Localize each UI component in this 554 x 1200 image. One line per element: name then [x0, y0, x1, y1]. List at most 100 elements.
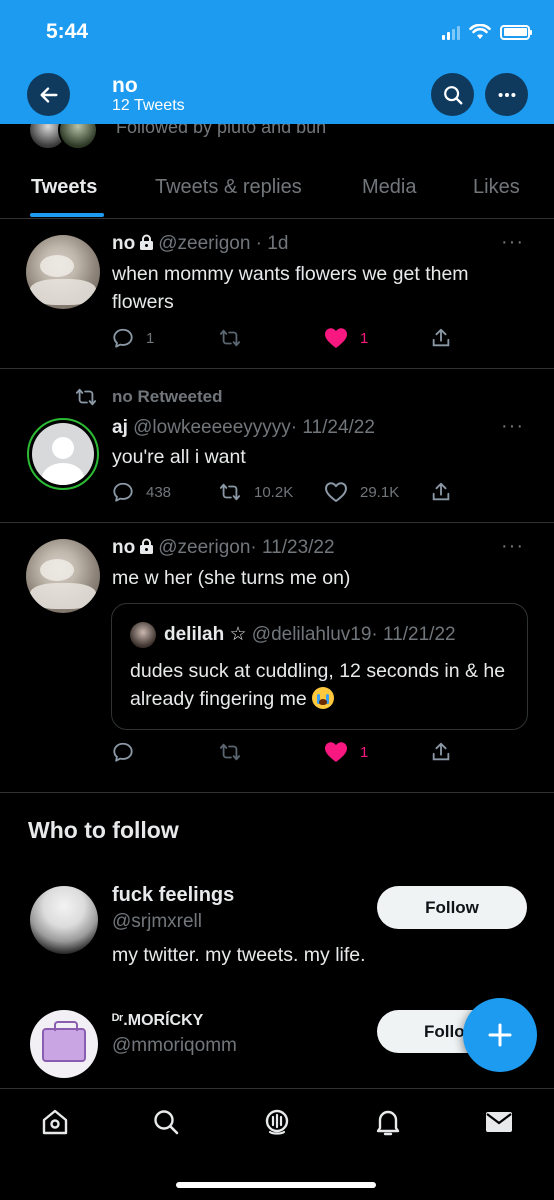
retweet-icon [219, 329, 241, 347]
quoted-author-handle: @delilahluv19 [251, 624, 372, 645]
quoted-tweet-header: delilah ☆ @delilahluv19· 11/21/22 [164, 623, 456, 646]
tweet-text: when mommy wants flowers we get them flo… [112, 263, 469, 313]
tweet-author-name[interactable]: aj [112, 417, 128, 438]
nav-home[interactable] [40, 1107, 70, 1137]
avatar[interactable] [26, 235, 100, 309]
tab-likes[interactable]: Likes [473, 176, 520, 199]
quoted-author-avatar [130, 622, 156, 648]
tweet[interactable]: no @zeerigon · 1d ··· when mommy wants fl… [0, 219, 554, 369]
retweet-button[interactable]: 10.2K [218, 481, 293, 503]
reply-count: 1 [146, 329, 155, 347]
reply-icon [113, 742, 133, 762]
retweet-count: 10.2K [254, 483, 294, 501]
share-button[interactable] [430, 327, 452, 349]
nav-search[interactable] [151, 1107, 181, 1137]
reply-button[interactable]: 1 [112, 327, 154, 349]
tweet-author-name[interactable]: no [112, 537, 135, 558]
tweet-header: no @zeerigon · 1d [112, 233, 288, 255]
retweet-button[interactable] [218, 327, 242, 349]
battery-icon [500, 24, 532, 40]
suggestion-avatar[interactable] [30, 886, 98, 954]
avatar[interactable] [26, 539, 100, 613]
tweet-actions: 1 1 [112, 327, 472, 351]
reply-count: 438 [146, 483, 172, 501]
crying-face-emoji-icon [312, 687, 335, 709]
tweet-author-name[interactable]: no [112, 233, 135, 254]
suggestion-handle[interactable]: @mmoriqomm [112, 1035, 237, 1057]
nav-notifications[interactable] [373, 1107, 403, 1137]
tweet-more-button[interactable]: ··· [501, 415, 524, 438]
like-button[interactable]: 1 [324, 741, 368, 763]
tab-tweets[interactable]: Tweets [31, 176, 97, 199]
tweet-author-handle[interactable]: @zeerigon [158, 537, 250, 558]
tab-tweets-replies[interactable]: Tweets & replies [155, 176, 302, 199]
search-icon [154, 1110, 179, 1135]
more-horizontal-icon [498, 92, 515, 97]
reply-button[interactable] [112, 741, 134, 763]
active-tab-indicator [30, 213, 104, 217]
cellular-signal-icon [442, 25, 460, 40]
tweet[interactable]: no Retweeted aj @lowkeeeeeyyyyy· 11/24/2… [0, 369, 554, 523]
toy-box-icon [42, 1021, 86, 1062]
tweet-more-button[interactable]: ··· [501, 231, 524, 254]
tweet-time: · 11/23/22 [250, 537, 335, 558]
reply-icon [113, 328, 133, 348]
top-app-bar: 5:44 no 12 Tweets [0, 0, 554, 124]
tweet-text: me w her (she turns me on) [112, 567, 351, 589]
quoted-tweet[interactable]: delilah ☆ @delilahluv19· 11/21/22 dudes … [111, 603, 528, 730]
quoted-author-name: delilah ☆ [164, 624, 247, 645]
share-button[interactable] [430, 741, 452, 763]
like-button[interactable]: 29.1K [324, 481, 399, 503]
lock-icon [140, 234, 154, 250]
nav-messages[interactable] [484, 1107, 514, 1137]
nav-spaces[interactable] [262, 1107, 292, 1137]
tweet-header: no @zeerigon· 11/23/22 [112, 537, 335, 559]
followed-by-row[interactable]: Followed by pluto and bun [0, 124, 554, 154]
like-count: 29.1K [360, 483, 400, 501]
heart-filled-icon [325, 742, 347, 762]
like-count: 1 [360, 743, 369, 761]
like-button[interactable]: 1 [324, 327, 368, 349]
default-avatar-icon [32, 423, 94, 485]
tweet-text: you're all i want [112, 446, 246, 468]
compose-tweet-button[interactable] [463, 998, 537, 1072]
share-icon [432, 742, 450, 761]
follower-avatar [58, 124, 98, 150]
back-button[interactable] [27, 73, 70, 116]
avatar[interactable] [27, 418, 99, 490]
suggestion-handle[interactable]: @srjmxrell [112, 911, 202, 933]
retweet-icon [219, 743, 241, 761]
retweet-button[interactable] [218, 741, 242, 763]
tweet-time: · 11/24/22 [290, 417, 375, 438]
followed-by-text: Followed by pluto and bun [116, 124, 327, 137]
tweet-more-button[interactable]: ··· [501, 535, 524, 558]
heart-filled-icon [325, 328, 347, 348]
profile-tabs: Tweets Tweets & replies Media Likes [0, 166, 554, 219]
retweeted-by-label[interactable]: no Retweeted [112, 387, 223, 407]
tab-media[interactable]: Media [362, 176, 416, 199]
quoted-tweet-time: · 11/21/22 [371, 624, 456, 645]
reply-button[interactable]: 438 [112, 481, 171, 503]
wifi-icon [469, 24, 491, 39]
heart-outline-icon [325, 482, 347, 502]
more-options-button[interactable] [485, 73, 528, 116]
tweet-author-handle[interactable]: @zeerigon [158, 233, 250, 254]
share-button[interactable] [430, 481, 452, 503]
status-time: 5:44 [46, 20, 89, 43]
home-icon [42, 1109, 68, 1135]
follow-button[interactable]: Follow [377, 886, 527, 929]
spaces-icon [265, 1109, 289, 1135]
suggestion-bio: my twitter. my tweets. my life. [112, 944, 366, 966]
share-icon [432, 328, 450, 347]
search-icon [443, 85, 462, 104]
reply-icon [113, 482, 133, 502]
who-to-follow-title: Who to follow [28, 817, 179, 843]
search-button[interactable] [431, 73, 474, 116]
suggestion-name[interactable]: ᴰʳ.MORÍCKY [112, 1012, 203, 1030]
arrow-left-icon [39, 86, 58, 103]
share-icon [432, 482, 450, 501]
suggestion-name[interactable]: fuck feelings [112, 884, 234, 907]
suggestion-avatar[interactable] [30, 1010, 98, 1078]
retweet-icon [75, 388, 97, 406]
tweet-author-handle[interactable]: @lowkeeeeeyyyyy [133, 417, 291, 438]
